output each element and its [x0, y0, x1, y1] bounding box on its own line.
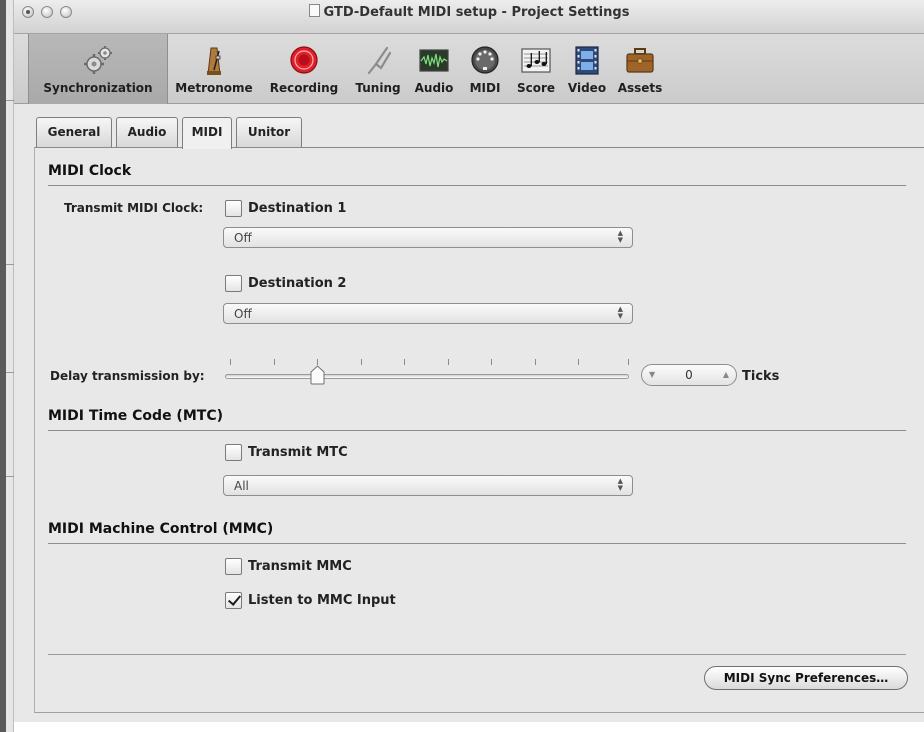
toolbar-item-video[interactable]: Video	[562, 34, 612, 104]
toolbar-item-recording[interactable]: Recording	[260, 34, 348, 104]
toolbar-label: MIDI	[469, 81, 501, 95]
midi-port-icon	[471, 46, 499, 74]
film-icon	[575, 46, 599, 75]
tab-unitor[interactable]: Unitor	[236, 117, 302, 147]
slider-tick	[578, 359, 579, 365]
toolbar-label: Tuning	[355, 81, 401, 95]
popup-arrows-icon: ▲ ▼	[617, 305, 623, 320]
toolbar-item-synchronization[interactable]: Synchronization	[28, 34, 168, 104]
toolbar-item-tuning[interactable]: Tuning	[348, 34, 408, 104]
delay-ticks-stepper[interactable]: ▼ 0 ▲	[641, 364, 737, 386]
tab-midi[interactable]: MIDI	[182, 117, 232, 149]
toolbar-item-assets[interactable]: Assets	[612, 34, 668, 104]
destination-2-label: Destination 2	[248, 276, 347, 291]
tab-general[interactable]: General	[36, 117, 112, 147]
toolbar-label: Assets	[617, 81, 663, 95]
slider-tick	[230, 359, 231, 365]
record-icon	[290, 46, 318, 74]
slider-tick	[491, 359, 492, 365]
toolbar-label: Video	[567, 81, 607, 95]
slider-tick	[448, 359, 449, 365]
score-icon	[521, 48, 551, 73]
popup-value: Off	[234, 231, 252, 245]
title-bar[interactable]: GTD-Default MIDI setup - Project Setting…	[14, 0, 924, 34]
transmit-mtc-checkbox[interactable]	[225, 444, 242, 461]
edge-mark	[6, 100, 14, 101]
edge-mark	[6, 476, 14, 477]
increment-arrow-icon[interactable]: ▲	[723, 370, 729, 379]
delay-transmission-label: Delay transmission by:	[50, 369, 205, 383]
section-divider	[48, 543, 906, 544]
mtc-destination-popup[interactable]: All ▲ ▼	[223, 475, 633, 496]
toolbar-item-metronome[interactable]: Metronome	[168, 34, 260, 104]
slider-tick	[404, 359, 405, 365]
section-title-midi-clock: MIDI Clock	[48, 163, 132, 179]
toolbar-item-score[interactable]: Score	[510, 34, 562, 104]
popup-value: All	[234, 479, 249, 493]
background-window-edge	[0, 0, 14, 732]
delay-slider-knob[interactable]	[310, 365, 325, 385]
delay-slider-track[interactable]	[225, 374, 629, 379]
transmit-midi-clock-label: Transmit MIDI Clock:	[64, 201, 204, 215]
section-divider	[48, 430, 906, 431]
metronome-icon	[207, 47, 221, 75]
destination-1-label: Destination 1	[248, 201, 347, 216]
slider-tick	[274, 359, 275, 365]
slider-tick	[535, 359, 536, 365]
gears-icon	[84, 46, 112, 74]
toolbar-label: Score	[516, 81, 556, 95]
edge-mark	[6, 372, 14, 373]
transmit-mmc-checkbox[interactable]	[225, 558, 242, 575]
destination-2-popup[interactable]: Off ▲ ▼	[223, 303, 633, 324]
settings-toolbar: Synchronization Metronome Recording Tuni…	[14, 34, 924, 104]
slider-tick	[361, 359, 362, 365]
toolbar-label: Metronome	[175, 81, 253, 95]
section-divider	[48, 185, 906, 186]
footer-divider	[48, 654, 906, 655]
toolbar-label: Synchronization	[43, 81, 153, 95]
document-icon	[308, 4, 320, 17]
listen-mmc-input-checkbox[interactable]	[225, 592, 242, 609]
project-settings-window: GTD-Default MIDI setup - Project Setting…	[14, 0, 924, 722]
ticks-unit-label: Ticks	[742, 369, 780, 384]
destination-1-popup[interactable]: Off ▲ ▼	[223, 227, 633, 248]
toolbar-item-audio[interactable]: Audio	[408, 34, 460, 104]
window-title: GTD-Default MIDI setup - Project Setting…	[323, 5, 630, 20]
section-title-mtc: MIDI Time Code (MTC)	[48, 408, 223, 424]
section-title-mmc: MIDI Machine Control (MMC)	[48, 521, 274, 537]
midi-sync-preferences-button[interactable]: MIDI Sync Preferences…	[704, 666, 908, 690]
listen-mmc-input-label: Listen to MMC Input	[248, 593, 396, 608]
popup-arrows-icon: ▲ ▼	[617, 229, 623, 244]
tuning-fork-icon	[367, 46, 392, 75]
transmit-mmc-label: Transmit MMC	[248, 559, 352, 574]
destination-1-checkbox[interactable]	[225, 200, 242, 217]
toolbar-label: Recording	[269, 81, 339, 95]
transmit-mtc-label: Transmit MTC	[248, 445, 348, 460]
slider-tick	[628, 359, 629, 365]
edge-mark	[6, 264, 14, 265]
window-title-wrap: GTD-Default MIDI setup - Project Setting…	[14, 4, 924, 20]
tab-audio[interactable]: Audio	[116, 117, 178, 147]
toolbar-item-midi[interactable]: MIDI	[460, 34, 510, 104]
briefcase-icon	[626, 48, 654, 73]
waveform-icon	[419, 49, 449, 72]
popup-arrows-icon: ▲ ▼	[617, 477, 623, 492]
midi-settings-panel: MIDI Clock Transmit MIDI Clock: Destinat…	[34, 147, 924, 713]
destination-2-checkbox[interactable]	[225, 275, 242, 292]
background-window-frame	[0, 0, 6, 732]
toolbar-label: Audio	[414, 81, 454, 95]
popup-value: Off	[234, 307, 252, 321]
